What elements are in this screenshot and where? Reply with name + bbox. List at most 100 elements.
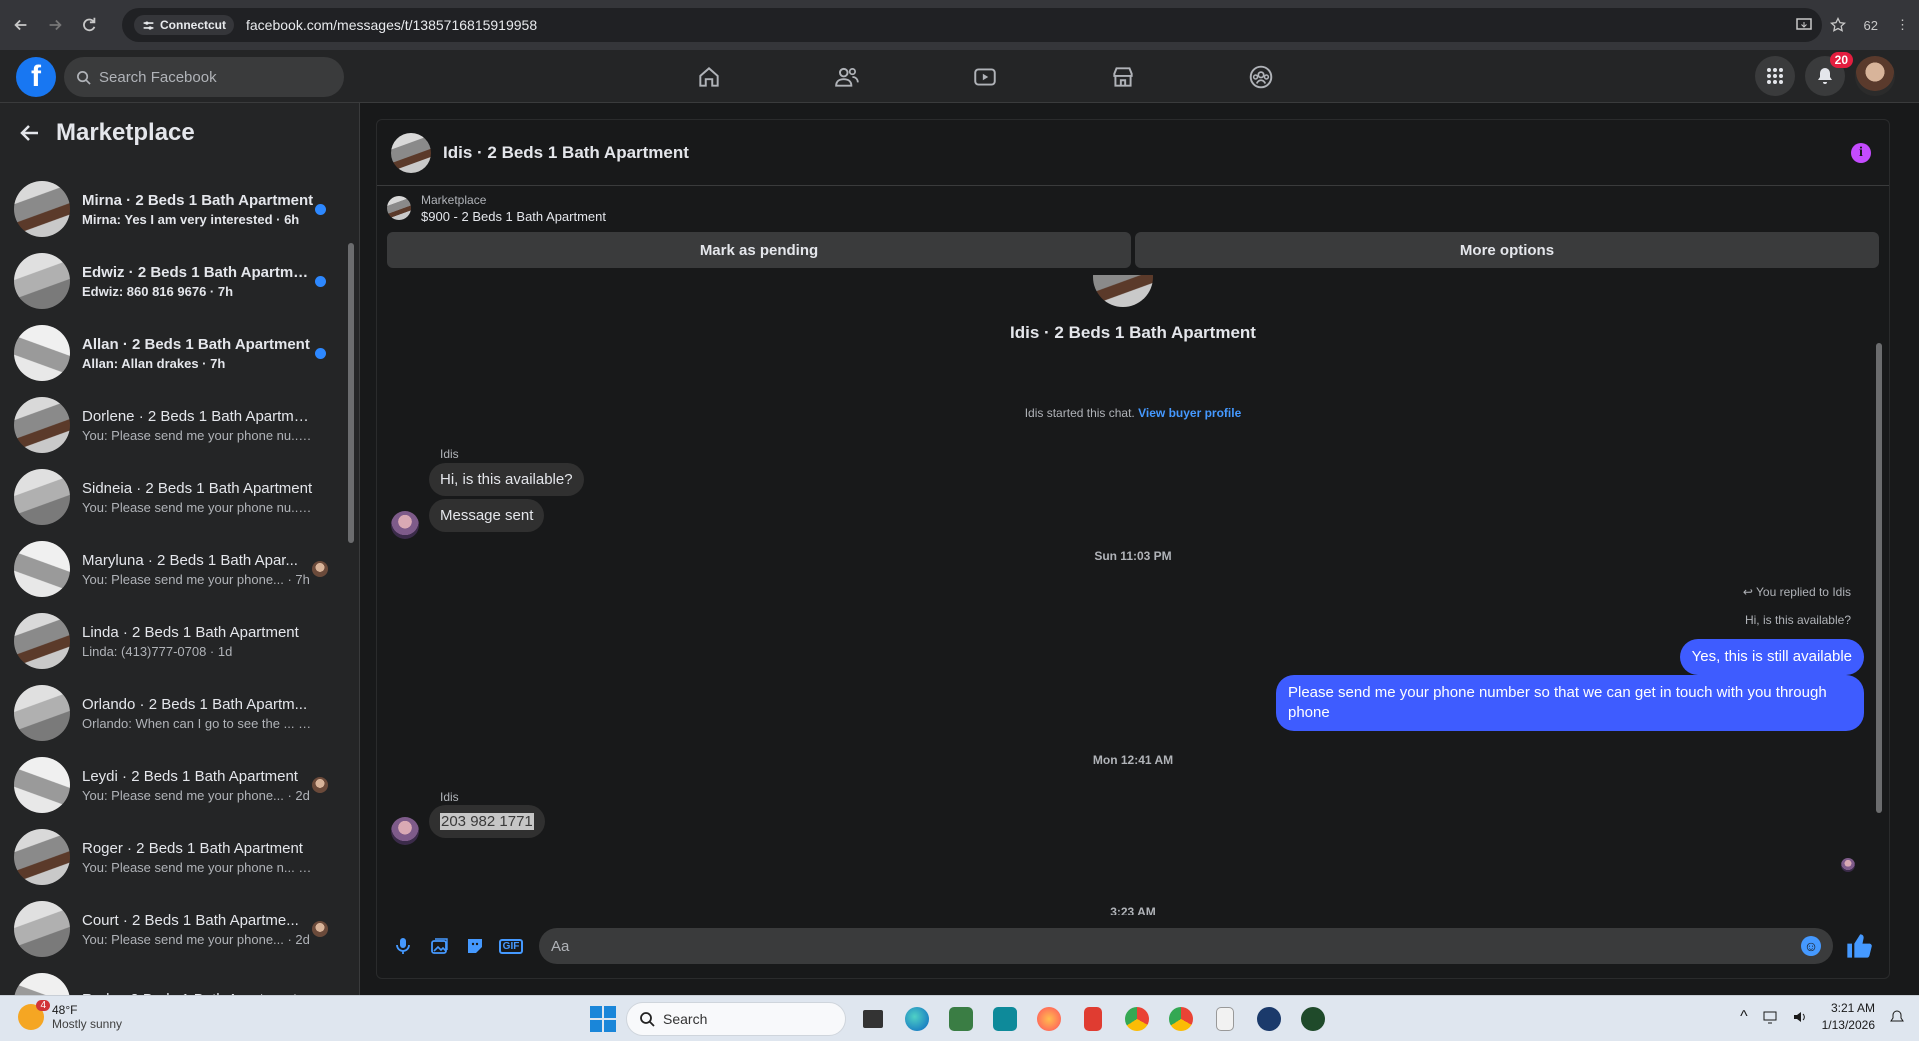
timestamp: Sun 11:03 PM <box>1094 549 1172 563</box>
conversation-item[interactable]: Court · 2 Beds 1 Bath Apartme... You: Ple… <box>0 893 340 965</box>
message-input[interactable]: Aa ☺ <box>539 928 1833 964</box>
gif-icon[interactable]: GIF <box>498 934 524 958</box>
groups-icon[interactable] <box>1192 50 1330 103</box>
marketplace-sidebar: Marketplace Mirna · 2 Beds 1 Bath Apartm… <box>0 103 360 995</box>
sticker-icon[interactable] <box>463 934 487 958</box>
replied-to-text: You replied to Idis <box>1756 585 1851 599</box>
speed-app-icon[interactable] <box>1252 1002 1286 1036</box>
sender-avatar[interactable] <box>391 817 419 845</box>
sender-avatar[interactable] <box>391 511 419 539</box>
conversation-item[interactable]: Dorlene · 2 Beds 1 Bath Apartme... You: P… <box>0 389 340 461</box>
replied-to-label: ↩ You replied to Idis <box>1743 585 1851 599</box>
notifications-bell-icon[interactable]: 20 <box>1805 52 1853 96</box>
sidebar-title: Marketplace <box>56 119 195 146</box>
site-info-chip[interactable]: Connectcut <box>134 15 234 35</box>
chat-start-notice: Idis started this chat. View buyer profi… <box>377 406 1889 420</box>
friends-icon[interactable] <box>778 50 916 103</box>
listing-thumbnail <box>14 253 70 309</box>
conversation-title: Court · 2 Beds 1 Bath Apartme... <box>82 911 299 929</box>
microphone-icon[interactable] <box>391 934 415 958</box>
listing-thumbnail <box>14 181 70 237</box>
unread-dot <box>315 348 326 359</box>
view-buyer-profile-link[interactable]: View buyer profile <box>1138 406 1241 420</box>
speedometer-app-icon[interactable] <box>1296 1002 1330 1036</box>
chrome-profile-icon[interactable] <box>1120 1002 1154 1036</box>
listing-thumbnail <box>14 325 70 381</box>
profile-avatar[interactable] <box>1855 56 1895 96</box>
sway-app-icon[interactable] <box>988 1002 1022 1036</box>
conversation-preview: Linda: (413)777-0708 · 1d <box>82 643 233 659</box>
extension-badge[interactable]: 62 <box>1864 18 1878 33</box>
conversation-item[interactable]: Maryluna · 2 Beds 1 Bath Apar... You: Ple… <box>0 533 340 605</box>
forward-icon[interactable] <box>42 12 68 38</box>
edge-browser-icon[interactable] <box>900 1002 934 1036</box>
conversation-preview: You: Please send me your phone... · 2d <box>82 787 310 803</box>
windows-start-icon[interactable] <box>590 1006 616 1032</box>
outgoing-message[interactable]: Please send me your phone number so that… <box>1276 675 1864 731</box>
chevron-up-icon[interactable]: ^ <box>1740 1008 1748 1026</box>
sidebar-scrollbar[interactable] <box>348 243 354 543</box>
listing-summary[interactable]: Marketplace $900 - 2 Beds 1 Bath Apartme… <box>377 186 1889 230</box>
listing-thumbnail <box>14 685 70 741</box>
temperature: 48°F <box>52 1003 78 1017</box>
chat-title[interactable]: Idis · 2 Beds 1 Bath Apartment <box>443 143 689 163</box>
volume-icon[interactable] <box>1792 1009 1808 1025</box>
address-bar[interactable]: Connectcut facebook.com/messages/t/13857… <box>122 8 1822 42</box>
message-placeholder: Aa <box>551 937 570 955</box>
taskbar-search[interactable]: Search <box>626 1002 846 1036</box>
browser-menu-icon[interactable]: ⋮ <box>1896 17 1909 33</box>
snipping-tool-icon[interactable] <box>1076 1002 1110 1036</box>
conversation-item[interactable]: Mirna · 2 Beds 1 Bath Apartment Mirna: Ye… <box>0 173 340 245</box>
conversation-title: Sidneia · 2 Beds 1 Bath Apartment <box>82 479 313 497</box>
conversation-item[interactable]: Linda · 2 Beds 1 Bath Apartment Linda: (4… <box>0 605 340 677</box>
install-app-icon[interactable] <box>1795 17 1812 33</box>
emoji-icon[interactable]: ☺ <box>1801 936 1821 956</box>
outgoing-message[interactable]: Yes, this is still available <box>1679 639 1864 675</box>
conversation-preview: Allan: Allan drakes · 7h <box>82 355 226 371</box>
bookmark-star-icon[interactable] <box>1829 17 1846 33</box>
more-options-button[interactable]: More options <box>1135 232 1879 268</box>
video-icon[interactable] <box>916 50 1054 103</box>
thumbs-up-icon[interactable] <box>1845 932 1873 960</box>
weather-widget[interactable]: 4 48°F Mostly sunny <box>18 1000 122 1031</box>
listing-thumbnail <box>14 829 70 885</box>
network-icon[interactable] <box>1762 1009 1778 1025</box>
selected-phone-text[interactable]: 203 982 1771 <box>440 813 534 830</box>
mark-as-pending-button[interactable]: Mark as pending <box>387 232 1131 268</box>
incoming-message[interactable]: Message sent <box>429 499 545 532</box>
messages-scrollbar[interactable] <box>1876 343 1882 813</box>
conversation-item[interactable]: Roger · 2 Beds 1 Bath Apartment You: Plea… <box>0 821 340 893</box>
conversation-item[interactable]: Edwiz · 2 Beds 1 Bath Apartment Edwiz: 86… <box>0 245 340 317</box>
conversation-title: Linda · 2 Beds 1 Bath Apartment <box>82 623 299 641</box>
search-facebook-input[interactable]: Search Facebook <box>64 57 344 97</box>
chat-listing-thumbnail[interactable] <box>391 132 431 173</box>
home-icon[interactable] <box>640 50 778 103</box>
quoted-message[interactable]: Hi, is this available? <box>1745 613 1851 627</box>
marketplace-icon[interactable] <box>1054 50 1192 103</box>
system-clock[interactable]: 3:21 AM 1/13/2026 <box>1822 1000 1875 1034</box>
facebook-logo[interactable]: f <box>16 57 56 97</box>
back-icon[interactable] <box>8 12 34 38</box>
conversation-item[interactable]: Sidneia · 2 Beds 1 Bath Apartment You: Pl… <box>0 461 340 533</box>
task-view-icon[interactable] <box>856 1002 890 1036</box>
photo-icon[interactable] <box>427 934 451 958</box>
info-icon[interactable]: i <box>1851 143 1871 163</box>
incoming-message[interactable]: 203 982 1771 <box>429 805 545 838</box>
conversation-item[interactable]: Allan · 2 Beds 1 Bath Apartment Allan: Al… <box>0 317 340 389</box>
reload-icon[interactable] <box>76 12 102 38</box>
firefox-icon[interactable] <box>1032 1002 1066 1036</box>
search-placeholder: Search Facebook <box>99 68 217 86</box>
conversation-item[interactable]: Rudy · 2 Beds 1 Bath Apartment <box>0 965 340 995</box>
search-icon <box>77 70 91 85</box>
message-thread: Idis · 2 Beds 1 Bath Apartment Idis star… <box>377 275 1889 915</box>
back-arrow-icon[interactable] <box>18 121 42 145</box>
file-icon[interactable] <box>1208 1002 1242 1036</box>
incoming-message[interactable]: Hi, is this available? <box>429 463 584 496</box>
conversation-item[interactable]: Orlando · 2 Beds 1 Bath Apartm... Orlando… <box>0 677 340 749</box>
menu-grid-icon[interactable] <box>1755 56 1795 96</box>
chrome-icon[interactable] <box>1164 1002 1198 1036</box>
notification-center-icon[interactable] <box>1889 1009 1905 1025</box>
facebook-top-nav: f Search Facebook 20 <box>0 50 1919 103</box>
spreadsheet-app-icon[interactable] <box>944 1002 978 1036</box>
conversation-item[interactable]: Leydi · 2 Beds 1 Bath Apartment You: Plea… <box>0 749 340 821</box>
